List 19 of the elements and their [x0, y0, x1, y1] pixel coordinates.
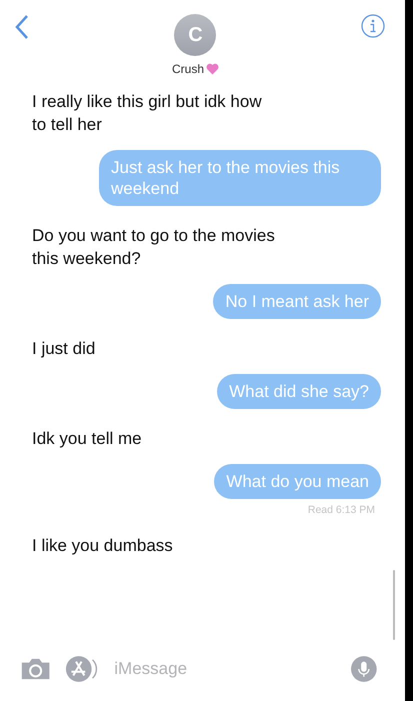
read-receipt: Read 6:13 PM [308, 504, 375, 516]
back-icon[interactable] [14, 14, 30, 40]
heart-icon [206, 63, 219, 75]
info-icon[interactable] [360, 14, 385, 38]
sent-message-bubble: No I meant ask her [213, 284, 381, 319]
sent-message-bubble: What did she say? [217, 374, 381, 409]
received-message: Do you want to go to the movies this weekend? [32, 225, 276, 270]
received-message: I just did [32, 338, 96, 360]
contact-name[interactable]: Crush [172, 62, 204, 76]
microphone-icon[interactable] [351, 655, 377, 683]
camera-icon[interactable] [20, 656, 52, 682]
message-input-field[interactable]: iMessage [112, 658, 338, 680]
sent-message-bubble: Just ask her to the movies this weekend [99, 150, 381, 206]
received-message: I like you dumbass [32, 535, 174, 557]
sent-message-bubble: What do you mean [214, 464, 381, 499]
received-message: Idk you tell me [32, 428, 143, 450]
received-message: I really like this girl but idk how to tell her [32, 91, 263, 136]
contact-avatar: C [174, 14, 216, 56]
app-store-icon[interactable] [65, 654, 98, 684]
